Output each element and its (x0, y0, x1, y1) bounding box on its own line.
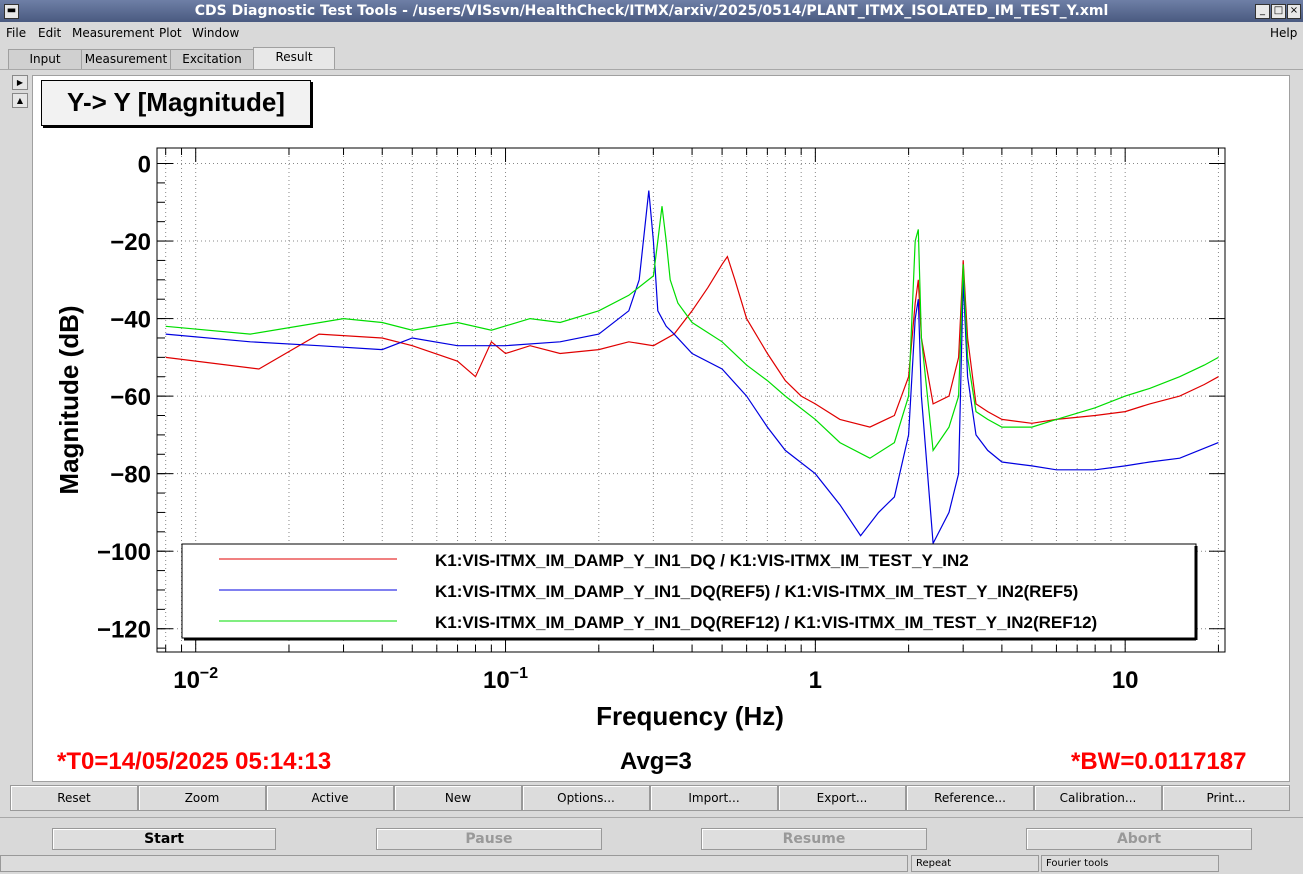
status-repeat: Repeat (911, 855, 1039, 872)
y-tick-label: 0 (138, 152, 151, 179)
pause-button[interactable]: Pause (376, 828, 602, 850)
active-button[interactable]: Active (266, 785, 394, 811)
options-button[interactable]: Options... (522, 785, 650, 811)
x-tick-label: 10−2 (173, 665, 218, 694)
legend-label-1: K1:VIS-ITMX_IM_DAMP_Y_IN1_DQ / K1:VIS-IT… (435, 551, 969, 570)
reset-button[interactable]: Reset (10, 785, 138, 811)
x-tick-label: 10−1 (483, 665, 528, 694)
x-tick-label: 1 (809, 667, 822, 694)
control-divider (0, 817, 1303, 818)
y-tick-labels: 0 −20 −40 −60 −80 −100 −120 (97, 152, 151, 644)
y-tick-label: −60 (110, 384, 151, 411)
legend-label-3: K1:VIS-ITMX_IM_DAMP_Y_IN1_DQ(REF12) / K1… (435, 613, 1097, 632)
control-row: Start Pause Resume Abort (0, 820, 1303, 856)
t0-label: *T0=14/05/2025 05:14:13 (57, 748, 332, 775)
y-tick-label: −100 (97, 539, 151, 566)
series-line-1 (165, 255, 1219, 428)
export-button[interactable]: Export... (778, 785, 906, 811)
legend: K1:VIS-ITMX_IM_DAMP_Y_IN1_DQ / K1:VIS-IT… (181, 543, 1198, 641)
status-fourier: Fourier tools (1041, 855, 1219, 872)
abort-button[interactable]: Abort (1026, 828, 1252, 850)
plot-title: Y-> Y [Magnitude] (41, 80, 311, 126)
reference-button[interactable]: Reference... (906, 785, 1034, 811)
y-axis-label: Magnitude (dB) (54, 305, 84, 494)
status-field-main (0, 855, 908, 872)
legend-label-2: K1:VIS-ITMX_IM_DAMP_Y_IN1_DQ(REF5) / K1:… (435, 582, 1078, 601)
plot-series (165, 190, 1219, 546)
start-button[interactable]: Start (52, 828, 276, 850)
y-tick-label: −40 (110, 307, 151, 334)
x-tick-labels: 10−2 10−1 1 10 (173, 665, 1138, 694)
x-axis-label: Frequency (Hz) (596, 701, 784, 731)
import-button[interactable]: Import... (650, 785, 778, 811)
bw-label: *BW=0.0117187 (1071, 748, 1247, 775)
resume-button[interactable]: Resume (701, 828, 927, 850)
y-tick-label: −20 (110, 229, 151, 256)
series-line-2 (165, 190, 1219, 546)
x-tick-label: 10 (1112, 667, 1139, 694)
plot-svg: 0 −20 −40 −60 −80 −100 −120 10−2 10−1 1 10 Freque… (54, 147, 1226, 731)
print-button[interactable]: Print... (1162, 785, 1290, 811)
calibration-button[interactable]: Calibration... (1034, 785, 1162, 811)
y-tick-label: −80 (110, 462, 151, 489)
avg-label: Avg=3 (620, 748, 692, 775)
new-button[interactable]: New (394, 785, 522, 811)
plot-button-row: Reset Zoom Active New Options... Import.… (10, 785, 1290, 811)
zoom-button[interactable]: Zoom (138, 785, 266, 811)
y-tick-label: −120 (97, 617, 151, 644)
